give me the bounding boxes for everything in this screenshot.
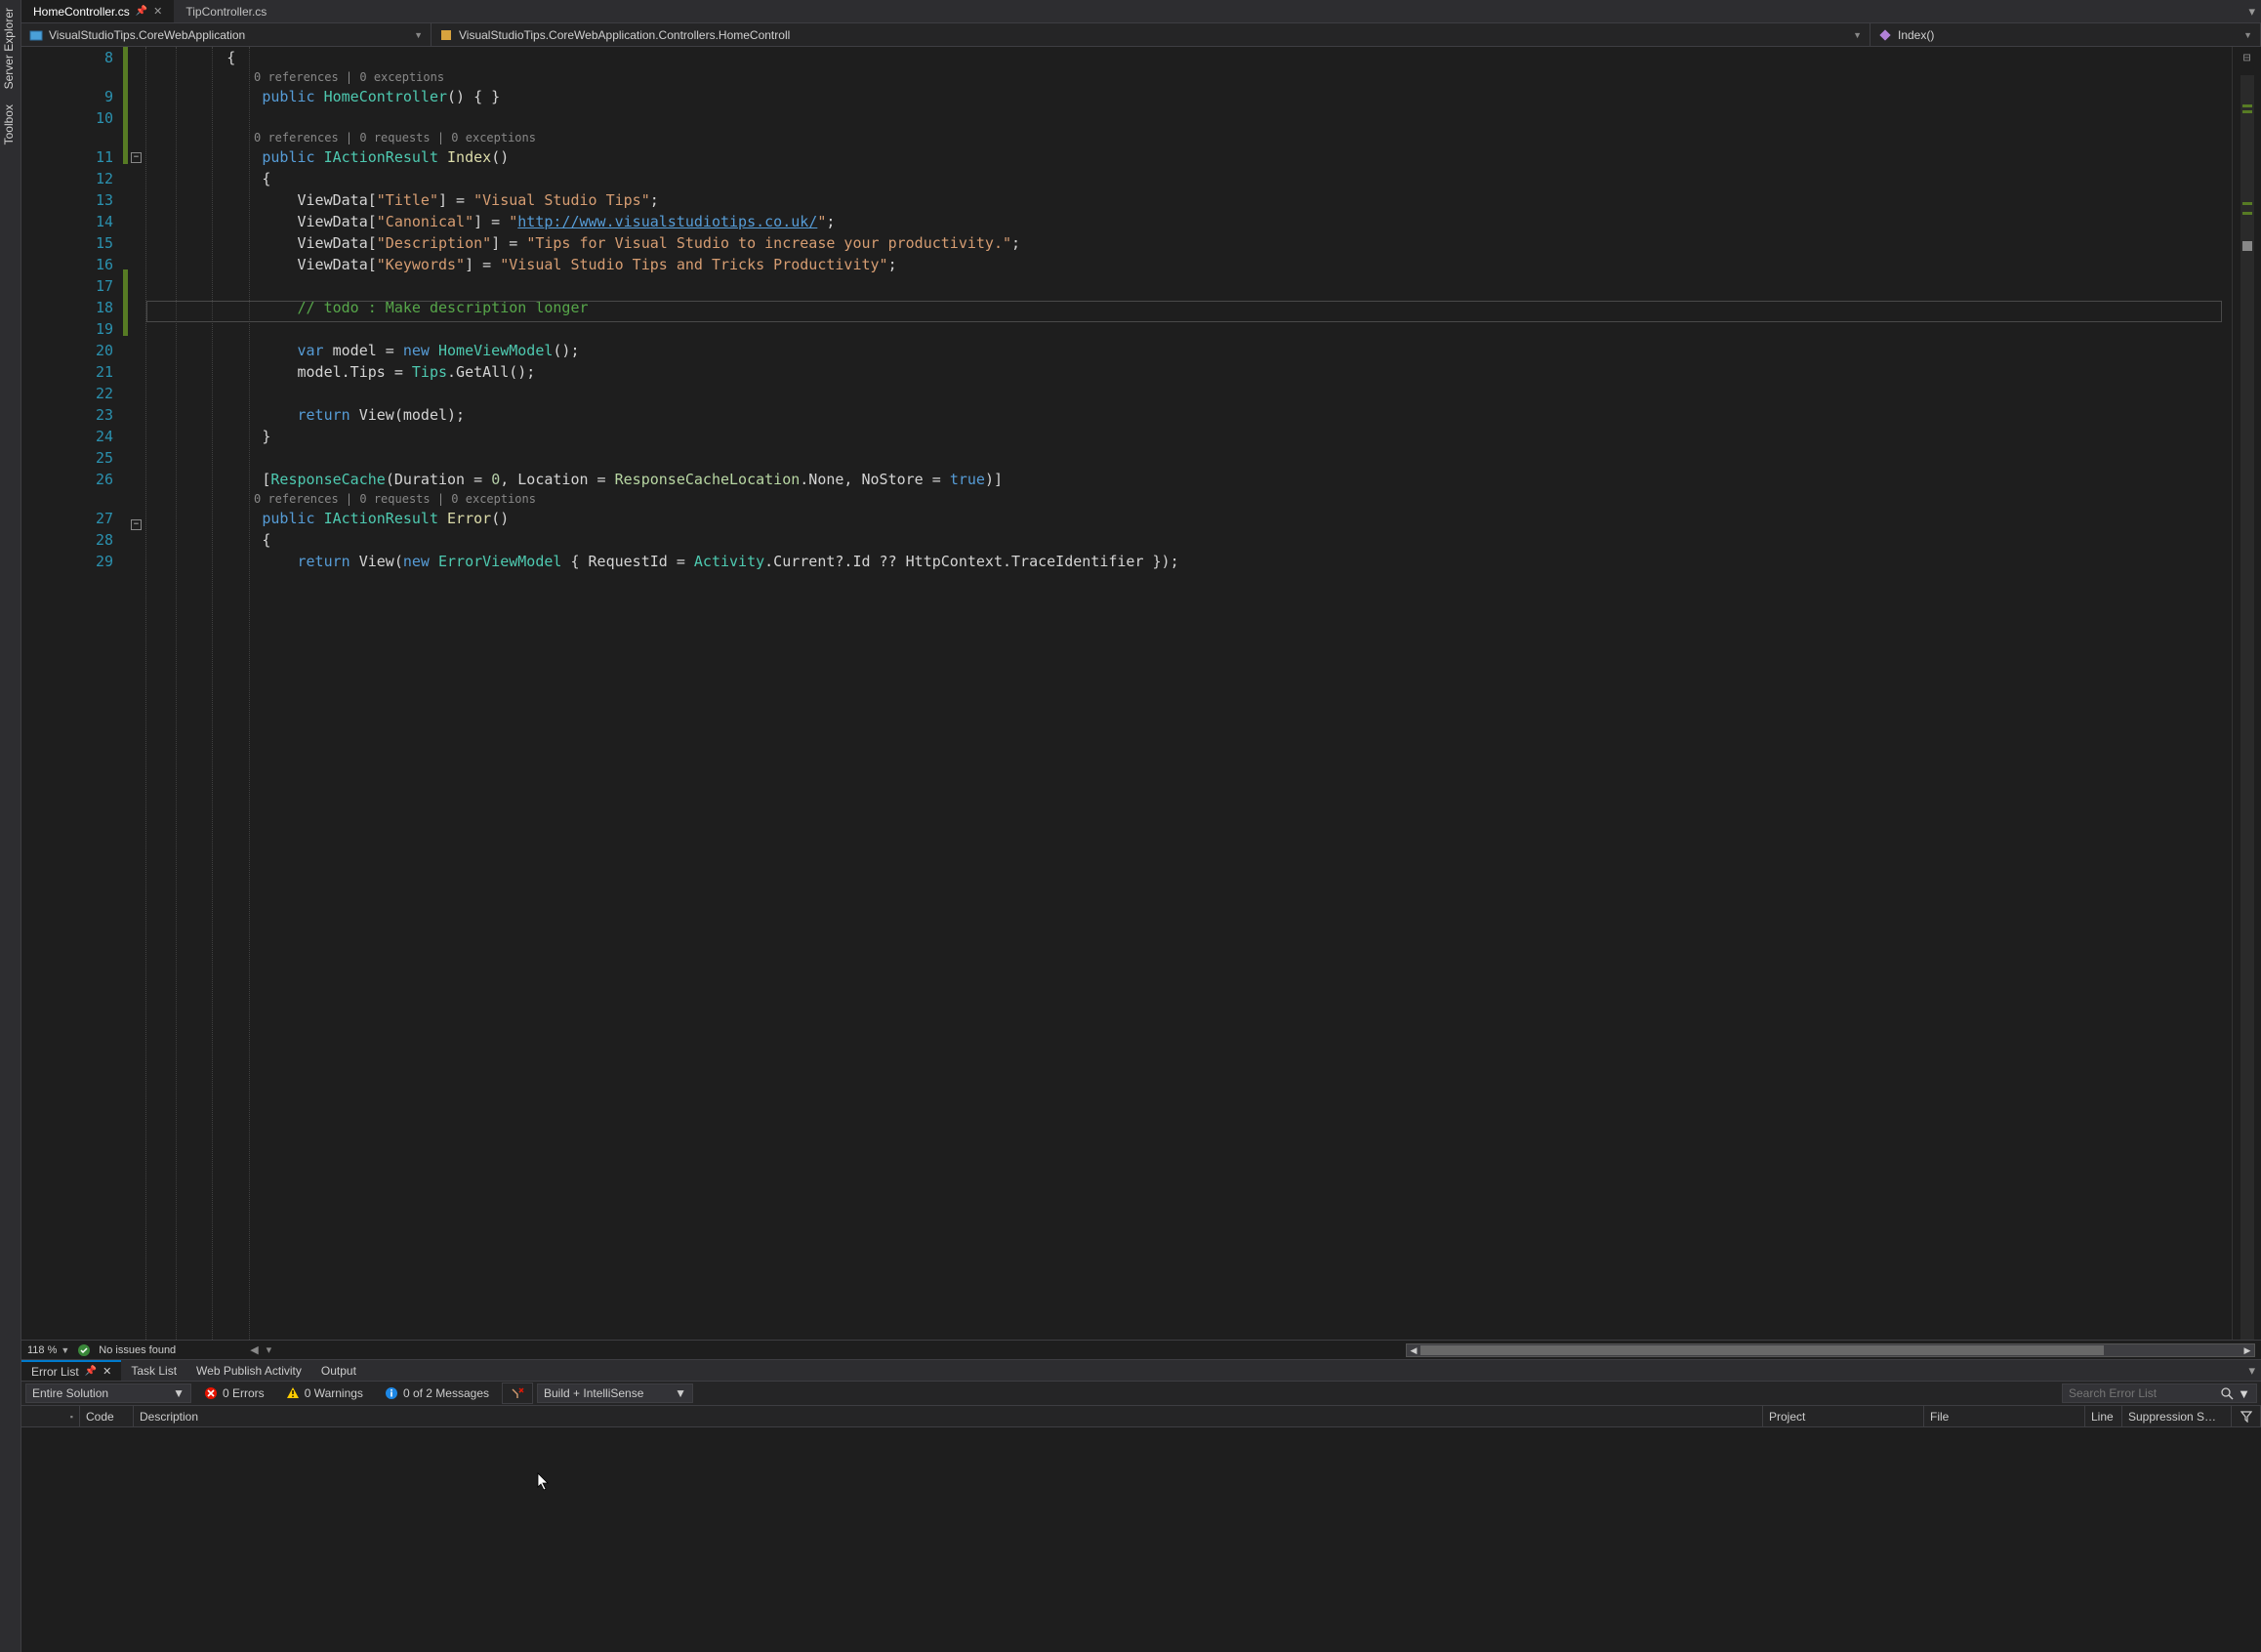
search-box[interactable]: ▼ [2062, 1384, 2257, 1403]
file-tab-label: TipController.cs [185, 5, 267, 19]
error-list-body [21, 1427, 2261, 1652]
nav-type-label: VisualStudioTips.CoreWebApplication.Cont… [459, 28, 790, 42]
codelens[interactable]: 0 references | 0 requests | 0 exceptions [156, 490, 2232, 508]
chevron-down-icon: ▼ [1853, 30, 1862, 40]
fold-gutter: − − [129, 47, 146, 1340]
col-file[interactable]: File [1924, 1406, 2085, 1426]
col-code[interactable]: Code [80, 1406, 134, 1426]
project-icon [29, 28, 43, 42]
panel-tabs: Error List 📌 ✕ Task List Web Publish Act… [21, 1359, 2261, 1381]
clear-filters-button[interactable] [502, 1383, 533, 1404]
fold-toggle[interactable]: − [131, 152, 142, 163]
nav-menu-icon[interactable]: ▾ [267, 1343, 272, 1356]
scroll-map[interactable]: ⊟ [2232, 47, 2261, 1340]
col-filter[interactable] [2232, 1406, 2261, 1426]
pin-icon[interactable]: 📌 [136, 6, 147, 17]
nav-project-combo[interactable]: VisualStudioTips.CoreWebApplication ▼ [21, 23, 432, 46]
error-list-toolbar: Entire Solution▼ 0 Errors 0 Warnings 0 o… [21, 1381, 2261, 1406]
nav-project-label: VisualStudioTips.CoreWebApplication [49, 28, 245, 42]
col-suppression[interactable]: Suppression S… [2122, 1406, 2232, 1426]
side-tab-server-explorer[interactable]: Server Explorer [0, 0, 21, 97]
editor-status-bar: 118 %▼ No issues found ◀ ▾ ◀ ▶ [21, 1340, 2261, 1359]
messages-toggle[interactable]: 0 of 2 Messages [376, 1383, 498, 1404]
errors-toggle[interactable]: 0 Errors [195, 1383, 273, 1404]
nav-member-label: Index() [1898, 28, 1934, 42]
check-icon [77, 1343, 91, 1357]
side-tab-toolbox[interactable]: Toolbox [0, 97, 21, 152]
chevron-down-icon[interactable]: ▼ [2238, 1386, 2250, 1401]
fold-toggle[interactable]: − [131, 519, 142, 530]
method-icon [1878, 28, 1892, 42]
zoom-combo[interactable]: 118 %▼ [27, 1344, 69, 1356]
col-category[interactable]: ▪ [21, 1406, 80, 1426]
code-content[interactable]: { 0 references | 0 exceptions public Hom… [146, 47, 2232, 1340]
issues-text: No issues found [99, 1344, 176, 1356]
mode-combo[interactable]: Build + IntelliSense▼ [537, 1384, 693, 1403]
tabs-overflow-icon[interactable]: ▾ [2242, 0, 2261, 22]
col-project[interactable]: Project [1763, 1406, 1924, 1426]
panel-tab-error-list[interactable]: Error List 📌 ✕ [21, 1360, 121, 1381]
chevron-down-icon: ▼ [414, 30, 423, 40]
nav-member-combo[interactable]: Index() ▼ [1870, 23, 2261, 46]
warnings-toggle[interactable]: 0 Warnings [277, 1383, 372, 1404]
panel-tab-task-list[interactable]: Task List [121, 1360, 186, 1381]
close-icon[interactable]: ✕ [153, 5, 162, 18]
split-icon[interactable]: ⊟ [2243, 51, 2251, 65]
col-description[interactable]: Description [134, 1406, 1763, 1426]
codelens[interactable]: 0 references | 0 requests | 0 exceptions [156, 129, 2232, 146]
error-list-header: ▪ Code Description Project File Line Sup… [21, 1406, 2261, 1427]
search-icon[interactable] [2220, 1386, 2234, 1400]
pin-icon[interactable]: 📌 [85, 1366, 97, 1377]
search-input[interactable] [2069, 1386, 2220, 1400]
file-tab-tipcontroller[interactable]: TipController.cs [174, 0, 278, 22]
scroll-thumb[interactable] [1420, 1345, 2104, 1355]
nav-back-icon[interactable]: ◀ [250, 1343, 258, 1356]
code-editor[interactable]: 8 9 10 11 12 13 14 15 16 17 18 19 20 21 … [21, 47, 2261, 1340]
class-icon [439, 28, 453, 42]
scope-combo[interactable]: Entire Solution▼ [25, 1384, 191, 1403]
nav-bar: VisualStudioTips.CoreWebApplication ▼ Vi… [21, 23, 2261, 47]
close-icon[interactable]: ✕ [103, 1365, 111, 1378]
col-line[interactable]: Line [2085, 1406, 2122, 1426]
chevron-down-icon: ▼ [2243, 30, 2252, 40]
codelens[interactable]: 0 references | 0 exceptions [156, 68, 2232, 86]
line-number-gutter: 8 9 10 11 12 13 14 15 16 17 18 19 20 21 … [21, 47, 129, 1340]
nav-type-combo[interactable]: VisualStudioTips.CoreWebApplication.Cont… [432, 23, 1870, 46]
panel-tab-output[interactable]: Output [311, 1360, 366, 1381]
panel-overflow-icon[interactable]: ▾ [2242, 1360, 2261, 1381]
file-tab-homecontroller[interactable]: HomeController.cs 📌 ✕ [21, 0, 174, 22]
scroll-right-icon[interactable]: ▶ [2240, 1344, 2254, 1356]
file-tabs: HomeController.cs 📌 ✕ TipController.cs ▾ [21, 0, 2261, 23]
cursor-icon [537, 1472, 551, 1492]
scroll-left-icon[interactable]: ◀ [1407, 1344, 1420, 1356]
panel-tab-web-publish[interactable]: Web Publish Activity [186, 1360, 311, 1381]
file-tab-label: HomeController.cs [33, 5, 130, 19]
horizontal-scrollbar[interactable]: ◀ ▶ [1406, 1343, 2255, 1357]
